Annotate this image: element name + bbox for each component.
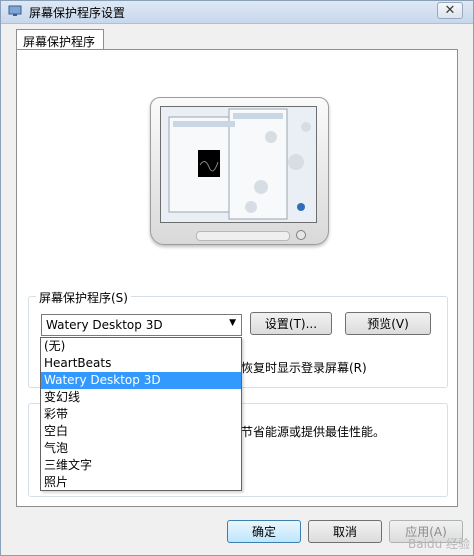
settings-button[interactable]: 设置(T)...	[250, 312, 332, 335]
dropdown-option[interactable]: 空白	[41, 423, 241, 440]
close-icon: ✕	[444, 3, 456, 18]
title-bar: 屏幕保护程序设置 ✕	[1, 1, 473, 24]
ok-button[interactable]: 确定	[227, 520, 301, 543]
monitor-bezel-bar	[196, 231, 290, 241]
preview-screen	[160, 106, 317, 223]
watermark: Baidu 经验	[408, 537, 470, 551]
dropdown-option[interactable]: 变幻线	[41, 389, 241, 406]
close-button[interactable]: ✕	[437, 2, 463, 19]
dropdown-option[interactable]: HeartBeats	[41, 355, 241, 372]
monitor-power-icon	[296, 230, 306, 240]
preview-button[interactable]: 预览(V)	[345, 312, 431, 335]
chevron-down-icon: ▼	[229, 318, 236, 328]
power-description: 节省能源或提供最佳性能。	[241, 425, 386, 439]
window-title: 屏幕保护程序设置	[29, 6, 126, 20]
screensaver-select-value: Watery Desktop 3D	[46, 318, 163, 332]
dropdown-option-selected[interactable]: Watery Desktop 3D	[41, 372, 241, 389]
resume-checkbox-label[interactable]: 恢复时显示登录屏幕(R)	[241, 359, 367, 376]
dropdown-option[interactable]: 照片	[41, 474, 241, 491]
dropdown-option[interactable]: 三维文字	[41, 457, 241, 474]
cancel-button[interactable]: 取消	[308, 520, 382, 543]
dropdown-option[interactable]: (无)	[41, 338, 241, 355]
preview-image	[161, 107, 316, 222]
dropdown-option[interactable]: 彩带	[41, 406, 241, 423]
tab-screensaver[interactable]: 屏幕保护程序	[16, 29, 104, 50]
screensaver-group-title: 屏幕保护程序(S)	[36, 289, 131, 306]
dropdown-option[interactable]: 气泡	[41, 440, 241, 457]
screensaver-select[interactable]: Watery Desktop 3D ▼	[41, 314, 242, 336]
monitor-icon	[8, 5, 22, 16]
screensaver-dropdown-list: (无) HeartBeats Watery Desktop 3D 变幻线 彩带 …	[40, 337, 242, 491]
